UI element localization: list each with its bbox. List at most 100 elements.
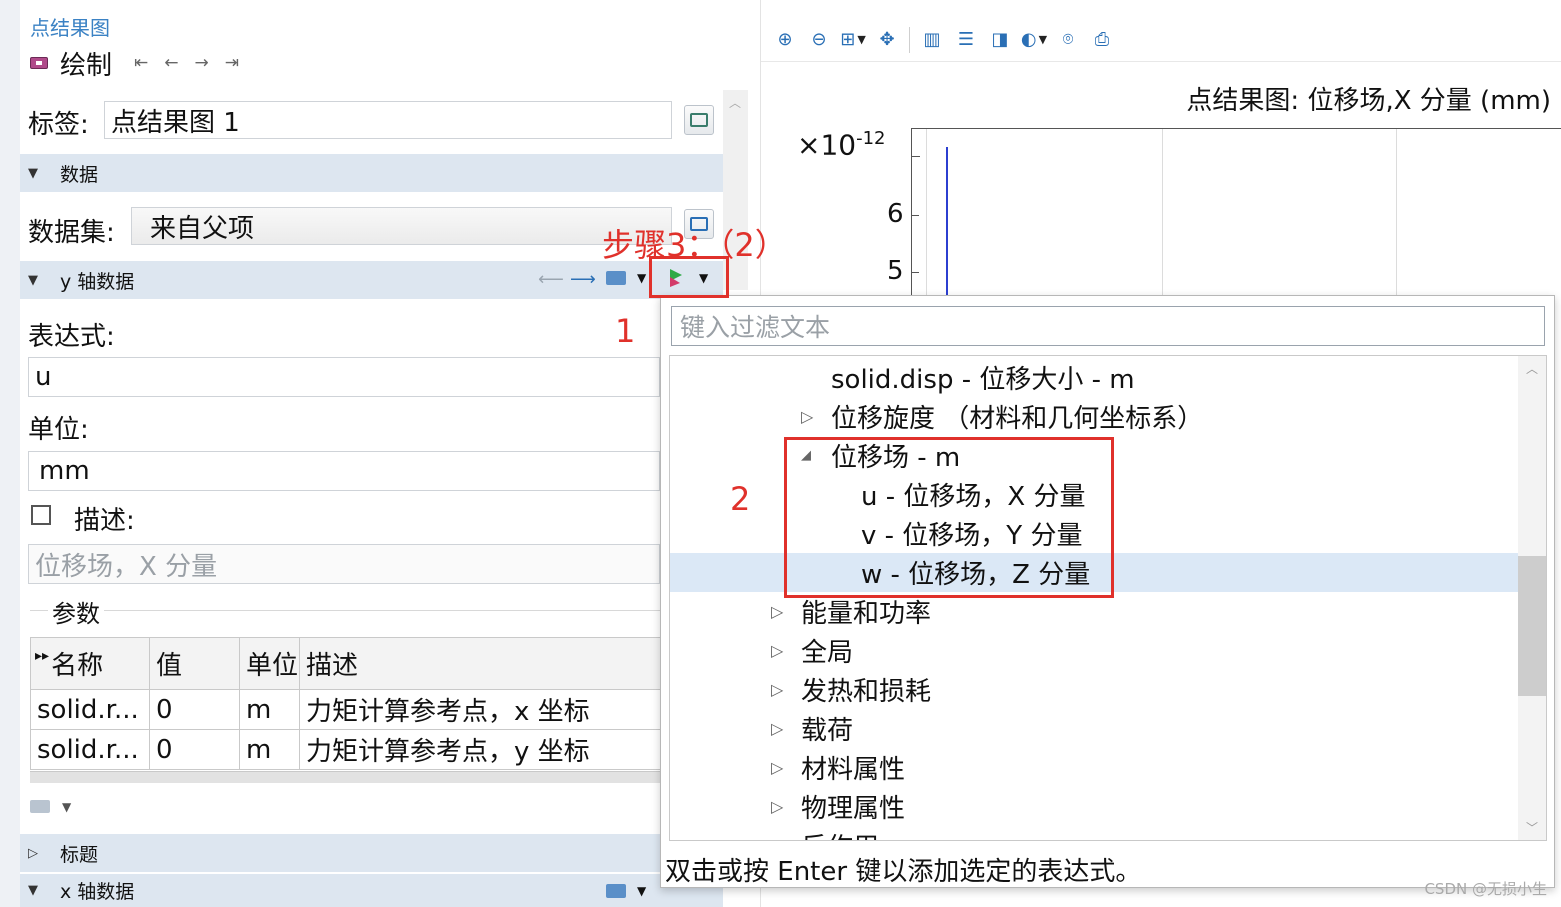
column-header-description[interactable]: 描述 <box>299 637 661 690</box>
y-axis-exponent: ×10-12 <box>797 128 886 162</box>
scrollbar-thumb[interactable] <box>1518 556 1546 696</box>
tree-item-label: 位移旋度 （材料和几何坐标系） <box>831 404 1204 434</box>
plot-icon[interactable] <box>30 57 48 69</box>
table-cell[interactable]: m <box>239 729 300 770</box>
column-header-name[interactable]: ▸▸名称 <box>30 637 150 690</box>
tree-item[interactable]: ▷ 反作用 <box>670 826 1518 840</box>
settings-panel: 点结果图 绘制 ⇤ ← → ⇥ 标签: 点结果图 1 ︿ ▼ 数据 数据集: 来… <box>0 0 750 907</box>
section-y-axis[interactable]: ▼ y 轴数据 ⟵ ⟶ ▼ ▼ <box>20 261 723 299</box>
tree-item[interactable]: ▷ 材料属性 <box>670 748 1518 787</box>
insert-expression-icon[interactable] <box>606 884 626 898</box>
table-cell[interactable]: solid.r... <box>30 689 150 730</box>
tree-item[interactable]: ▷ 发热和损耗 <box>670 670 1518 709</box>
zoom-in-icon[interactable]: ⊕ <box>773 28 797 52</box>
plot-button[interactable]: 绘制 <box>60 45 112 82</box>
table-cell[interactable]: 0 <box>149 729 240 770</box>
unit-caption: 单位: <box>28 415 89 445</box>
column-header-value[interactable]: 值 <box>149 637 240 690</box>
table-cell[interactable]: 力矩计算参考点，y 坐标 <box>299 729 661 770</box>
label-field[interactable]: 点结果图 1 <box>104 101 672 139</box>
expand-icon[interactable]: ▷ <box>771 680 783 699</box>
expand-icon[interactable]: ▷ <box>771 641 783 660</box>
table-row[interactable]: solid.r... 0 m 力矩计算参考点，y 坐标 <box>30 729 661 770</box>
section-x-axis[interactable]: ▼ x 轴数据 ▼ <box>20 874 723 907</box>
table-hscrollbar[interactable] <box>30 771 660 783</box>
y-tick-label: 5 <box>887 256 904 286</box>
plot-title: 点结果图: 位移场,X 分量 (mm) <box>1186 86 1551 116</box>
tree-item[interactable]: ▷ 全局 <box>670 631 1518 670</box>
label-comment-button[interactable] <box>684 105 714 135</box>
first-icon[interactable]: ⇤ <box>134 53 148 73</box>
chevron-down-icon[interactable]: ▼ <box>637 884 646 898</box>
popup-hint: 双击或按 Enter 键以添加选定的表达式。 <box>665 857 1142 887</box>
panel-edge <box>0 0 20 907</box>
filter-input[interactable]: 键入过滤文本 <box>671 306 1545 346</box>
section-title[interactable]: ▷ 标题 <box>20 834 723 872</box>
table-cell[interactable]: 力矩计算参考点，x 坐标 <box>299 689 661 730</box>
expand-icon[interactable]: ▷ <box>771 758 783 777</box>
chevron-down-icon[interactable]: ▼ <box>62 800 71 814</box>
arrow-right-icon[interactable]: ⟶ <box>570 269 596 290</box>
grid-icon[interactable]: ▥ <box>920 28 944 52</box>
section-title-label: 标题 <box>60 843 99 866</box>
table-tools-icon[interactable] <box>30 800 50 813</box>
breadcrumb[interactable]: 点结果图 <box>30 12 110 41</box>
legend-icon[interactable]: ◨ <box>988 28 1012 52</box>
description-checkbox[interactable] <box>31 505 51 525</box>
scroll-up-icon[interactable]: ︿ <box>729 94 741 111</box>
table-cell[interactable]: 0 <box>149 689 240 730</box>
tree-item-label: 反作用 <box>801 827 879 840</box>
prev-icon[interactable]: ← <box>164 53 178 73</box>
section-data-label: 数据 <box>60 163 99 186</box>
watermark: CSDN @无损小生 <box>1424 880 1547 898</box>
scroll-up-icon[interactable]: ︿ <box>1526 360 1538 377</box>
arrow-left-icon[interactable]: ⟵ <box>538 269 564 290</box>
scroll-down-icon[interactable]: ﹀ <box>1526 819 1538 836</box>
zoom-box-icon[interactable]: ⊞ ▼ <box>840 28 866 52</box>
dataset-caption: 数据集: <box>28 218 115 248</box>
camera-icon[interactable]: ⌾ <box>1056 28 1080 52</box>
expand-icon[interactable]: ▷ <box>771 602 783 621</box>
expand-icon[interactable]: ▷ <box>771 797 783 816</box>
table-row[interactable]: solid.r... 0 m 力矩计算参考点，x 坐标 <box>30 689 661 730</box>
next-icon[interactable]: → <box>195 53 209 73</box>
grid-line <box>926 129 927 299</box>
tree-item[interactable]: solid.disp - 位移大小 - m <box>670 358 1518 397</box>
unit-input[interactable]: mm <box>28 451 660 491</box>
description-input[interactable]: 位移场，X 分量 <box>28 544 660 584</box>
tree-item-label: 物理属性 <box>801 794 906 824</box>
table-cell[interactable]: m <box>239 689 300 730</box>
column-header-unit[interactable]: 单位 <box>239 637 300 690</box>
plot-axes <box>911 128 1561 299</box>
zoom-out-icon[interactable]: ⊖ <box>807 28 831 52</box>
color-icon[interactable]: ◐ ▼ <box>1021 28 1047 52</box>
zoom-extents-icon[interactable]: ✥ <box>875 28 899 52</box>
tree-item[interactable]: ▷ 位移旋度 （材料和几何坐标系） <box>670 397 1518 436</box>
chevron-down-icon[interactable]: ▼ <box>637 271 646 285</box>
table-header: ▸▸名称 值 单位 描述 <box>30 637 661 690</box>
table-cell[interactable]: solid.r... <box>30 729 150 770</box>
section-data[interactable]: ▼ 数据 <box>20 154 723 192</box>
last-icon[interactable]: ⇥ <box>225 53 239 73</box>
insert-expression-icon[interactable] <box>606 271 626 285</box>
expand-icon[interactable]: ▷ <box>771 719 783 738</box>
expand-icon[interactable]: ▷ <box>771 836 783 840</box>
tree-item[interactable]: ▷ 载荷 <box>670 709 1518 748</box>
tree-scrollbar[interactable]: ︿ ﹀ <box>1518 356 1546 840</box>
expand-columns-icon[interactable]: ▸▸ <box>35 648 49 664</box>
expand-icon[interactable]: ▷ <box>801 407 813 426</box>
table-icon[interactable]: ☰ <box>954 28 978 52</box>
y-tick <box>911 215 919 216</box>
tree-item[interactable]: ▷ 物理属性 <box>670 787 1518 826</box>
tree-item-label: solid.disp - 位移大小 - m <box>831 365 1135 395</box>
data-spike <box>946 147 948 299</box>
description-caption: 描述: <box>74 506 135 536</box>
y-tick <box>911 272 919 273</box>
dataset-select[interactable]: 来自父项 <box>131 207 672 245</box>
tree-item-label: 发热和损耗 <box>801 677 932 707</box>
expression-input[interactable]: u <box>28 357 660 397</box>
tree-item-label: 载荷 <box>801 716 854 746</box>
grid-line <box>1396 129 1397 299</box>
annotation-box-displacement <box>784 437 1114 598</box>
print-icon[interactable]: ⎙ <box>1090 28 1114 52</box>
